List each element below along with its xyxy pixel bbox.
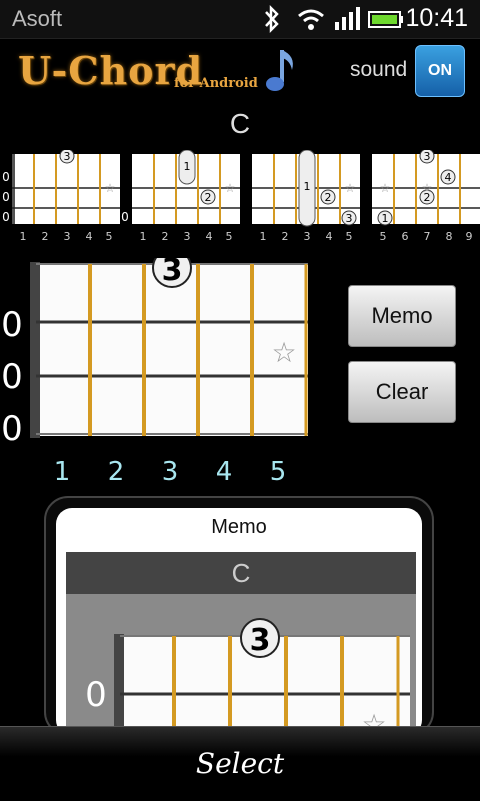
fret-number: 1	[140, 230, 147, 242]
sound-toggle-button[interactable]: ON	[415, 45, 465, 97]
music-note-icon	[266, 50, 293, 91]
svg-text:☆: ☆	[345, 181, 356, 195]
svg-text:1: 1	[184, 160, 191, 173]
open-string-label: 0	[121, 210, 129, 224]
select-button[interactable]: Select	[0, 747, 480, 780]
app-logo: U-Chord for Android	[18, 48, 293, 102]
fret-number: 4	[216, 457, 233, 487]
signal-icon	[335, 7, 360, 30]
svg-text:☆: ☆	[105, 181, 116, 195]
fret-number: 1	[54, 457, 71, 487]
carrier-name: Asoft	[12, 6, 63, 31]
memo-diagram-area[interactable]: 3 0 ☆	[66, 594, 416, 736]
fret-number: 4	[86, 230, 93, 242]
svg-text:3: 3	[424, 150, 431, 163]
clear-button[interactable]: Clear	[348, 361, 456, 423]
finger-number: 3	[250, 623, 271, 658]
memo-title: Memo	[211, 516, 267, 538]
open-string-label: 0	[2, 190, 10, 204]
wifi-icon	[298, 9, 324, 30]
fret-number: 5	[270, 457, 287, 487]
open-string-label: 0	[1, 305, 23, 345]
fret-number: 8	[446, 230, 453, 242]
fret-number: 5	[346, 230, 353, 242]
fret-number: 2	[282, 230, 289, 242]
finger-number: 3	[162, 258, 183, 288]
fret-number: 6	[402, 230, 409, 242]
svg-text:4: 4	[445, 171, 452, 184]
memo-button[interactable]: Memo	[348, 285, 456, 347]
memo-chord-diagram[interactable]: 3 0 ☆	[66, 594, 416, 736]
logo-subtitle: for Android	[174, 76, 258, 91]
chord-diagram-3[interactable]: 1 2 3 ☆ 1 2 3 4 5	[240, 150, 362, 242]
open-string-label: 0	[1, 409, 23, 449]
svg-text:3: 3	[346, 212, 353, 225]
chord-name: C	[229, 108, 251, 139]
svg-text:☆: ☆	[380, 181, 391, 195]
fret-number: 2	[162, 230, 169, 242]
bluetooth-icon	[265, 4, 279, 34]
fret-number: 3	[64, 230, 71, 242]
chord-diagram-1[interactable]: 3 ☆ 0 0 0 1 2 3 4 5	[0, 150, 122, 242]
main-chord-diagram[interactable]: 3 ☆ 0 0 0 1 2 3 4 5	[0, 258, 320, 488]
open-string-label: 0	[2, 210, 10, 224]
fret-number: 2	[108, 457, 125, 487]
fret-number: 1	[20, 230, 27, 242]
fret-number: 1	[260, 230, 267, 242]
svg-text:1: 1	[382, 212, 389, 225]
svg-text:☆: ☆	[225, 181, 236, 195]
fret-number: 2	[42, 230, 49, 242]
fret-number: 5	[106, 230, 113, 242]
svg-text:3: 3	[64, 150, 71, 163]
star-marker-icon: ☆	[271, 336, 296, 369]
fret-number: 4	[326, 230, 333, 242]
open-string-label: 0	[85, 675, 107, 715]
sound-label: sound	[350, 58, 408, 81]
chord-diagram-4[interactable]: 3 4 2 1 ☆ ☆ 5 6 7 8 9	[360, 150, 480, 242]
svg-text:2: 2	[325, 191, 332, 204]
memo-card: Memo C 3 0 ☆	[56, 508, 422, 736]
fret-number: 7	[424, 230, 431, 242]
fret-number: 4	[206, 230, 213, 242]
fret-number: 3	[162, 457, 179, 487]
memo-panel: Memo C 3 0 ☆	[44, 496, 434, 736]
open-string-label: 0	[2, 170, 10, 184]
fret-number: 3	[304, 230, 311, 242]
fret-number: 5	[226, 230, 233, 242]
fret-number: 3	[184, 230, 191, 242]
svg-text:☆: ☆	[422, 181, 433, 195]
memo-chord-name: C	[66, 552, 416, 594]
fret-number: 9	[466, 230, 473, 242]
chord-diagram-2[interactable]: 1 2 ☆ 0 1 2 3 4 5	[120, 150, 242, 242]
battery-icon	[368, 11, 403, 28]
open-string-label: 0	[1, 357, 23, 397]
svg-text:2: 2	[205, 191, 212, 204]
clock: 10:41	[405, 4, 468, 32]
bottom-bar: Select	[0, 726, 480, 801]
fret-number: 5	[380, 230, 387, 242]
status-bar: Asoft 10:41	[0, 0, 480, 39]
svg-text:1: 1	[304, 180, 311, 193]
